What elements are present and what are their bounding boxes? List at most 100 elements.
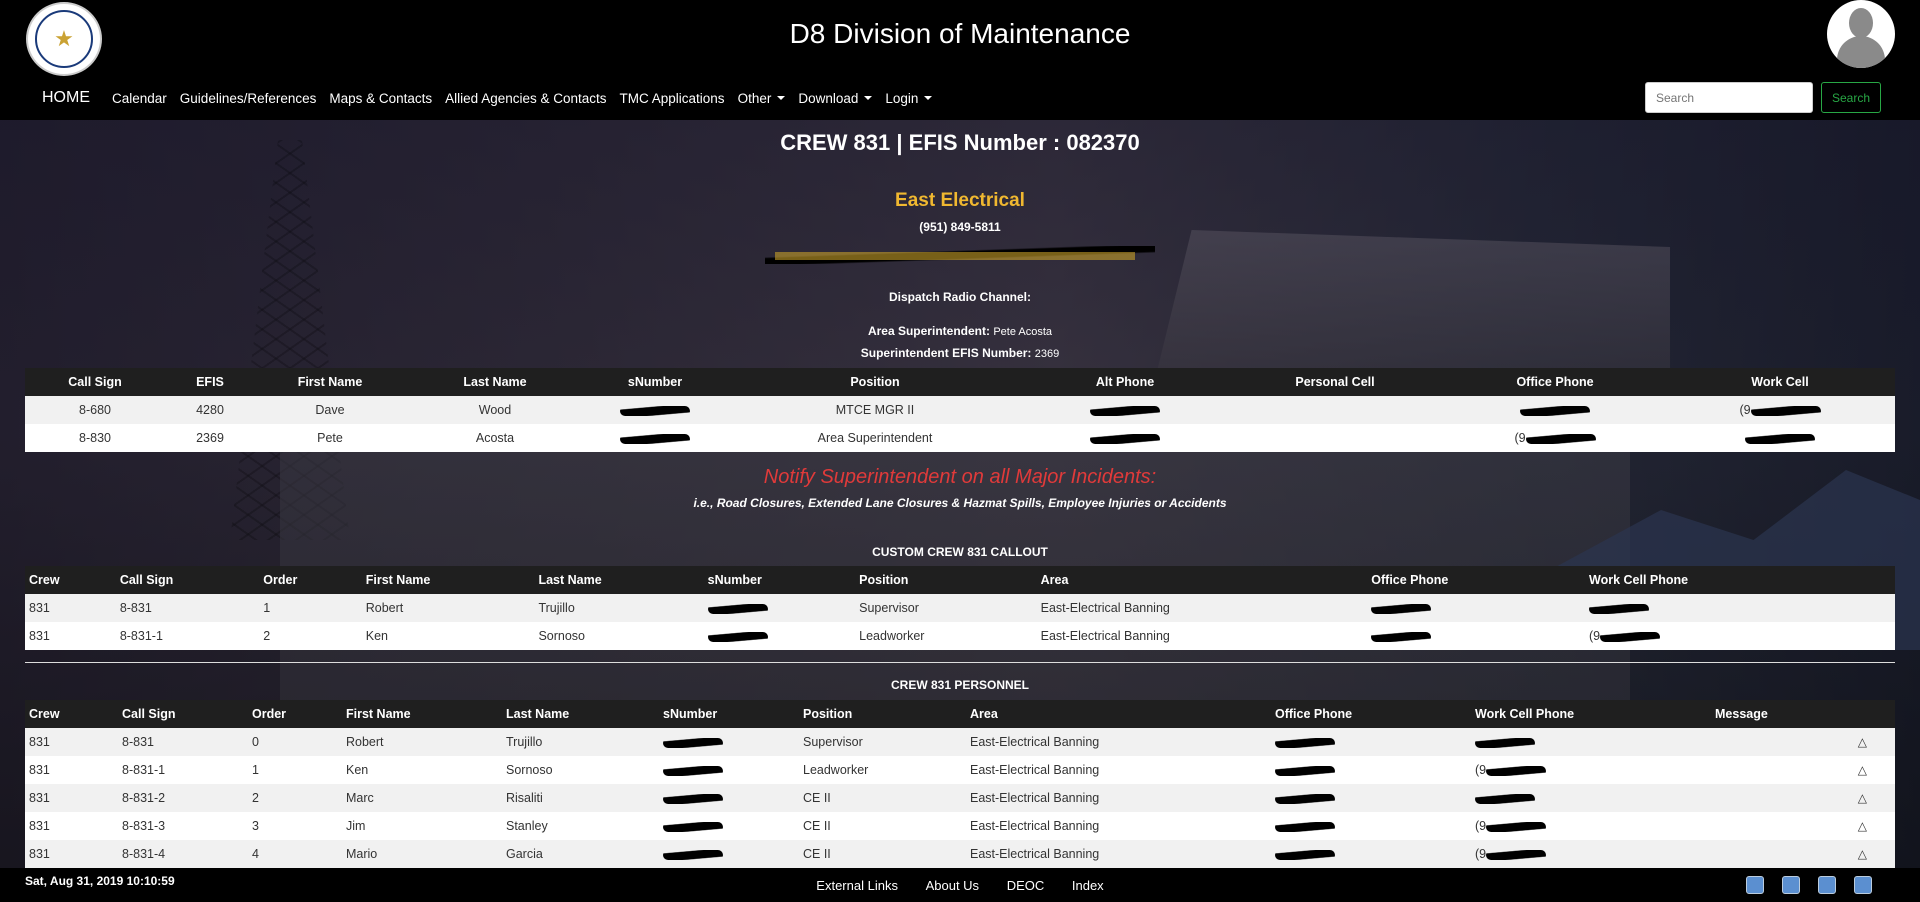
- column-header: First Name: [361, 566, 535, 594]
- column-header: Office Phone: [1271, 700, 1471, 728]
- redaction-mark: [620, 405, 690, 416]
- redacted-address: [0, 246, 1920, 267]
- nav-tmc-applications[interactable]: TMC Applications: [620, 91, 725, 106]
- message-icon[interactable]: △: [1711, 728, 1895, 756]
- table-row[interactable]: 831 8-831-1 1 Ken Sornoso Leadworker East-Elec…: [25, 756, 1895, 784]
- notify-title: Notify Superintendent on all Major Incid…: [763, 466, 1157, 488]
- table-row[interactable]: 831 8-831 0 Robert Trujillo Supervisor East-El…: [25, 728, 1895, 756]
- redaction-mark: [707, 603, 768, 614]
- redaction-mark: [765, 246, 1155, 264]
- footer-icons: [1746, 876, 1872, 894]
- nav-allied-agencies[interactable]: Allied Agencies & Contacts: [445, 91, 606, 106]
- table-cell: Pete: [255, 424, 405, 452]
- column-header: Office Phone: [1367, 566, 1586, 594]
- footer-link-deoc[interactable]: DEOC: [1007, 878, 1045, 893]
- nav-maps-contacts[interactable]: Maps & Contacts: [329, 91, 432, 106]
- table-cell: 8-831-1: [115, 622, 260, 650]
- browser-icon[interactable]: [1746, 876, 1764, 894]
- table-cell: 8-831-1: [118, 756, 248, 784]
- table-cell: Robert: [361, 594, 535, 622]
- table-cell: [659, 784, 799, 812]
- table-cell: East-Electrical Banning: [966, 840, 1271, 868]
- table-row[interactable]: 831 8-831-1 2 Ken Sornoso Leadworker East-Elec…: [25, 622, 1895, 650]
- table-cell: (9: [1471, 840, 1711, 868]
- table-cell: 831: [25, 728, 118, 756]
- table-cell: 4: [248, 840, 342, 868]
- table-row[interactable]: 831 8-831 1 Robert Trujillo Supervisor East-El…: [25, 594, 1895, 622]
- message-icon[interactable]: △: [1711, 840, 1895, 868]
- redaction-mark: [1520, 405, 1590, 416]
- nav-calendar[interactable]: Calendar: [112, 91, 167, 106]
- user-avatar[interactable]: [1827, 0, 1895, 68]
- footer-link-external[interactable]: External Links: [816, 878, 898, 893]
- column-header: Message: [1711, 700, 1895, 728]
- redaction-mark: [663, 737, 723, 748]
- table-row[interactable]: 8-680 4280 Dave Wood MTCE MGR II (9: [25, 396, 1895, 424]
- redaction-mark: [1486, 849, 1547, 860]
- footer-link-about[interactable]: About Us: [926, 878, 979, 893]
- table-cell: [1225, 396, 1445, 424]
- table-cell: [659, 756, 799, 784]
- table-cell: 831: [25, 594, 116, 622]
- monitor-icon[interactable]: [1782, 876, 1800, 894]
- table-cell: Jim: [342, 812, 502, 840]
- nav-home[interactable]: HOME: [42, 89, 90, 107]
- column-header: Position: [725, 368, 1025, 396]
- callout-title: CUSTOM CREW 831 CALLOUT: [872, 545, 1048, 559]
- redacted-value: (9: [1589, 629, 1601, 643]
- column-header: Work Cell Phone: [1585, 566, 1895, 594]
- nav-guidelines[interactable]: Guidelines/References: [180, 91, 317, 106]
- search-button[interactable]: Search: [1821, 82, 1881, 113]
- redaction-mark: [1589, 603, 1650, 614]
- table-cell: [1471, 728, 1711, 756]
- nav-download-dropdown[interactable]: Download: [798, 91, 872, 106]
- table-cell: [1471, 784, 1711, 812]
- message-icon[interactable]: △: [1711, 812, 1895, 840]
- message-icon[interactable]: △: [1711, 756, 1895, 784]
- nav-login-dropdown[interactable]: Login: [885, 91, 932, 106]
- table-row[interactable]: 831 8-831-3 3 Jim Stanley CE II East-Electrica…: [25, 812, 1895, 840]
- nav-other-dropdown[interactable]: Other: [738, 91, 786, 106]
- table-cell: (9: [1665, 396, 1895, 424]
- redaction-mark: [707, 631, 768, 642]
- area-sup-label: Area Superintendent:: [867, 324, 990, 338]
- table-cell: [703, 622, 856, 650]
- search-input[interactable]: [1645, 82, 1813, 113]
- column-header: Office Phone: [1445, 368, 1665, 396]
- column-header: Call Sign: [118, 700, 248, 728]
- table-cell: 2369: [165, 424, 255, 452]
- caltrans-icon[interactable]: [1854, 876, 1872, 894]
- redacted-value: (9: [1475, 763, 1487, 777]
- table-cell: Mario: [342, 840, 502, 868]
- table-row[interactable]: 8-830 2369 Pete Acosta Area Superintendent (9: [25, 424, 1895, 452]
- table-row[interactable]: 831 8-831-4 4 Mario Garcia CE II East-Electric…: [25, 840, 1895, 868]
- redaction-mark: [663, 849, 723, 860]
- column-header: Alt Phone: [1025, 368, 1225, 396]
- table-cell: [1225, 424, 1445, 452]
- table-cell: 2: [259, 622, 362, 650]
- footer-link-index[interactable]: Index: [1072, 878, 1104, 893]
- table-cell: 1: [259, 594, 362, 622]
- table-cell: [1367, 622, 1586, 650]
- table-cell: Ken: [342, 756, 502, 784]
- table-cell: [585, 396, 725, 424]
- redaction-mark: [1090, 433, 1160, 444]
- dispatch-radio-label: Dispatch Radio Channel:: [888, 290, 1031, 304]
- twitter-icon[interactable]: [1818, 876, 1836, 894]
- sup-efis-label: Superintendent EFIS Number:: [860, 346, 1032, 360]
- table-cell: East-Electrical Banning: [966, 728, 1271, 756]
- avatar-body-icon: [1837, 36, 1885, 68]
- column-header: Last Name: [502, 700, 659, 728]
- site-footer: Sat, Aug 31, 2019 10:10:59 External Link…: [0, 868, 1920, 902]
- redaction-mark: [1486, 765, 1547, 776]
- footer-links: External Links About Us DEOC Index: [0, 878, 1920, 893]
- table-cell: [1271, 756, 1471, 784]
- personnel-table: Crew Call Sign Order First Name Last Name sNu…: [25, 700, 1895, 868]
- table-cell: MTCE MGR II: [725, 396, 1025, 424]
- table-cell: [1025, 396, 1225, 424]
- table-cell: 0: [248, 728, 342, 756]
- table-cell: [659, 840, 799, 868]
- table-cell: 3: [248, 812, 342, 840]
- message-icon[interactable]: △: [1711, 784, 1895, 812]
- table-row[interactable]: 831 8-831-2 2 Marc Risaliti CE II East-Electri…: [25, 784, 1895, 812]
